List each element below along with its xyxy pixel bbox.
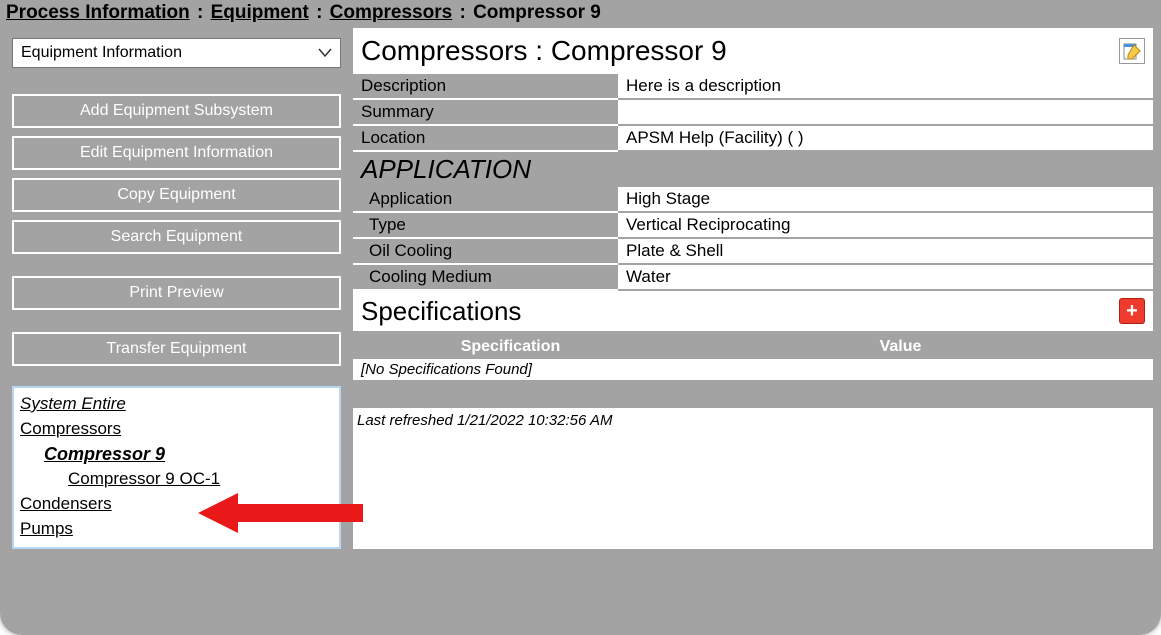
equipment-info-select[interactable]: Equipment Information — [12, 38, 341, 68]
grey-strip — [353, 382, 1153, 406]
value-type: Vertical Reciprocating — [618, 212, 1153, 238]
chevron-down-icon — [318, 48, 332, 58]
edit-button[interactable] — [1119, 38, 1145, 64]
select-label: Equipment Information — [21, 44, 182, 62]
value-summary — [618, 99, 1153, 125]
specifications-header: Specifications — [361, 296, 521, 327]
label-application: Application — [353, 187, 618, 212]
label-type: Type — [353, 212, 618, 238]
last-refreshed: Last refreshed 1/21/2022 10:32:56 AM — [353, 406, 1153, 549]
pencil-notepad-icon — [1122, 41, 1142, 61]
edit-info-button[interactable]: Edit Equipment Information — [12, 136, 341, 170]
equipment-tree: System Entire Compressors Compressor 9 C… — [12, 386, 341, 549]
tree-compressors[interactable]: Compressors — [20, 419, 121, 438]
search-equipment-button[interactable]: Search Equipment — [12, 220, 341, 254]
breadcrumb-current: Compressor 9 — [473, 2, 601, 23]
spec-none-message: [No Specifications Found] — [353, 359, 1153, 380]
label-summary: Summary — [353, 99, 618, 125]
breadcrumb-sep: : — [314, 2, 324, 23]
page-title: Compressors : Compressor 9 — [361, 35, 727, 67]
transfer-equipment-button[interactable]: Transfer Equipment — [12, 332, 341, 366]
application-header: APPLICATION — [353, 152, 1153, 187]
tree-compressor-9[interactable]: Compressor 9 — [44, 444, 165, 464]
label-location: Location — [353, 125, 618, 151]
value-oil-cooling: Plate & Shell — [618, 238, 1153, 264]
label-oil-cooling: Oil Cooling — [353, 238, 618, 264]
add-subsystem-button[interactable]: Add Equipment Subsystem — [12, 94, 341, 128]
label-description: Description — [353, 74, 618, 99]
breadcrumb: Process Information : Equipment : Compre… — [0, 0, 1161, 28]
breadcrumb-link[interactable]: Compressors — [330, 2, 453, 23]
plus-icon: + — [1126, 300, 1138, 323]
tree-pumps[interactable]: Pumps — [20, 519, 73, 538]
tree-condensers[interactable]: Condensers — [20, 494, 112, 513]
tree-compressor-9-oc1[interactable]: Compressor 9 OC-1 — [68, 469, 220, 488]
add-specification-button[interactable]: + — [1119, 298, 1145, 324]
breadcrumb-link[interactable]: Process Information — [6, 2, 190, 23]
tree-system-entire[interactable]: System Entire — [20, 394, 126, 413]
print-preview-button[interactable]: Print Preview — [12, 276, 341, 310]
spec-col-spacer — [1133, 335, 1153, 359]
value-application: High Stage — [618, 187, 1153, 212]
spec-col-specification: Specification — [353, 335, 668, 359]
breadcrumb-sep: : — [457, 2, 467, 23]
value-cooling-medium: Water — [618, 264, 1153, 290]
breadcrumb-sep: : — [195, 2, 205, 23]
label-cooling-medium: Cooling Medium — [353, 264, 618, 290]
sidebar: Equipment Information Add Equipment Subs… — [0, 28, 353, 635]
value-location: APSM Help (Facility) ( ) — [618, 125, 1153, 151]
copy-equipment-button[interactable]: Copy Equipment — [12, 178, 341, 212]
spec-col-value: Value — [672, 335, 1129, 359]
breadcrumb-link[interactable]: Equipment — [211, 2, 309, 23]
content-panel: Compressors : Compressor 9 Description H… — [353, 28, 1161, 635]
value-description: Here is a description — [618, 74, 1153, 99]
